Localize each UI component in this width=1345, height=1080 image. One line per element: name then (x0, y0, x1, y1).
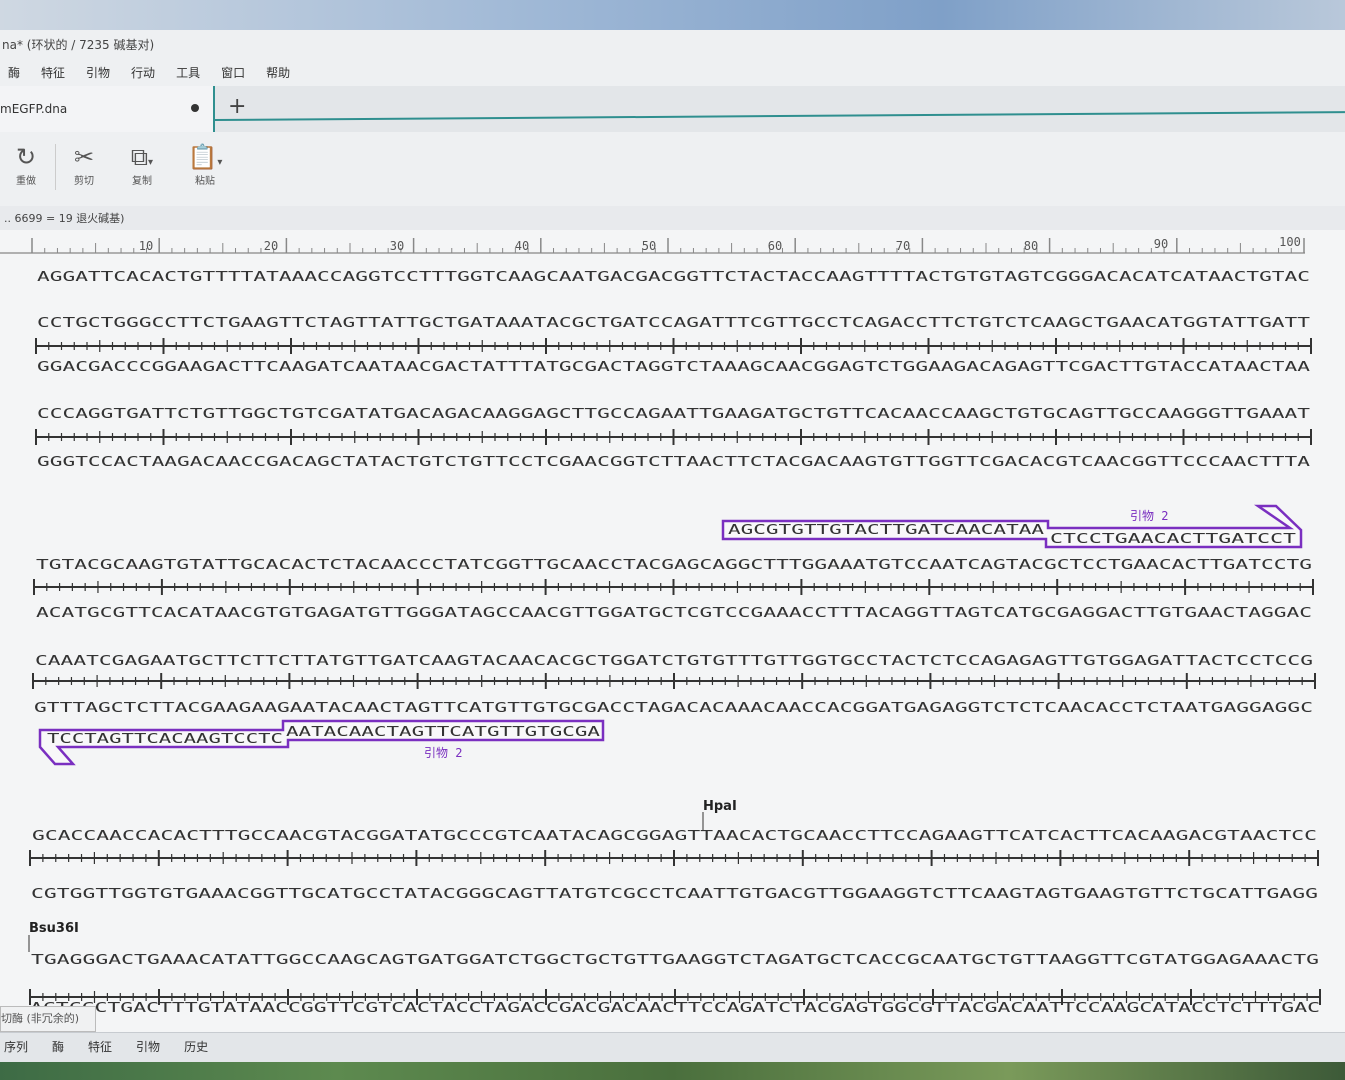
document-tab[interactable]: mEGFP.dna (0, 86, 213, 132)
primer-annotation-1[interactable]: AGCGTGTTGTACTTGATCAACATAA CTCCTGAACACTTG… (721, 504, 1303, 549)
cut-button[interactable]: ✂ 剪切 (59, 142, 109, 187)
tab-primers[interactable]: 引物 (136, 1033, 160, 1061)
bottom-view-tabs: 序列酶特征 引物 历史 (0, 1032, 1345, 1063)
clipboard-icon: 📋▾ (187, 143, 223, 171)
primer-label: 引物 2 (424, 746, 462, 760)
tab-features[interactable]: 特征 (88, 1033, 112, 1061)
menu-tools[interactable]: 工具 (176, 60, 200, 86)
enzyme-label: Bsu36I (29, 921, 79, 936)
enzyme-label: HpaI (703, 799, 737, 814)
enzyme-set-text: 切酶 (非冗余的) (1, 1012, 80, 1025)
desktop-taskbar (0, 1062, 1345, 1080)
menu-features[interactable]: 特征 (41, 60, 65, 86)
tab-sequence[interactable]: 序列 (4, 1033, 28, 1061)
toolbar-divider (55, 144, 56, 190)
menu-primers[interactable]: 引物 (86, 60, 110, 86)
unsaved-dot-icon[interactable] (191, 104, 199, 112)
enzyme-site-bsu36i[interactable]: Bsu36I (28, 921, 79, 952)
sequence-top-strand[interactable]: CCTGCTGGGCCTTCTGAAGTTCTAGTTATTGCTGATAAAT… (37, 316, 1310, 331)
window-top-strip (0, 0, 1345, 30)
sequence-bottom-strand[interactable]: CGTGGTTGGTGTGAAACGGTTGCATGCCTATACGGGCAGT… (31, 887, 1318, 902)
ruler-label: 30 (390, 239, 404, 253)
ruler-label: 60 (768, 239, 782, 253)
paste-button[interactable]: 📋▾ 粘贴 (180, 142, 230, 187)
primer-label: 引物 2 (1130, 509, 1168, 523)
tab-history[interactable]: 历史 (184, 1033, 208, 1061)
sequence-top-strand[interactable]: CAAATCGAGAATGCTTCTTCTTATGTTGATCAAGTACAAC… (35, 654, 1313, 669)
strand-backbones (29, 338, 1321, 1005)
new-tab-button[interactable]: + (228, 94, 246, 119)
menu-bar: 酶特征 引物 行动 工具 窗口 帮助 (0, 60, 1345, 86)
sequence-bottom-strand[interactable]: AGGATTCACACTGTTTTATAAACCAGGTCCTTTGGTCAAG… (37, 270, 1310, 285)
enzyme-set-label[interactable]: 切酶 (非冗余的) (0, 1006, 96, 1032)
sequence-top-strand[interactable]: TGTACGCAAGTGTATTGCACACTCTACAACCCTATCGGTT… (36, 558, 1312, 573)
sequence-bottom-strand[interactable]: GGACGACCCGGAAGACTTCAAGATCAATAACGACTATTTA… (37, 360, 1310, 375)
scissors-icon: ✂ (73, 143, 95, 171)
window-title: na* (环状的 / 7235 碱基对) (2, 38, 155, 52)
tab-enzymes[interactable]: 酶 (52, 1033, 64, 1061)
ruler-label: 90 (1154, 237, 1168, 251)
cut-label: 剪切 (74, 176, 94, 187)
redo-icon: ↻ (15, 143, 37, 171)
primer-sequence: AATACAACTAGTTCATGTTGTGCGA (286, 725, 600, 740)
menu-enzymes[interactable]: 酶 (8, 60, 20, 86)
sequence-top-strand[interactable]: CCCAGGTGATTCTGTTGGCTGTCGATATGACAGACAAGGA… (37, 407, 1310, 422)
redo-label: 重做 (16, 176, 36, 187)
sequence-bottom-strand[interactable]: GGGTCCACTAAGACAACCGACAGCTATACTGTCTGTTCCT… (37, 455, 1310, 470)
enzyme-site-hpai[interactable]: HpaI (702, 799, 737, 830)
selection-status: .. 6699 = 19 退火碱基) (0, 206, 1345, 230)
menu-help[interactable]: 帮助 (266, 60, 290, 86)
primer-annotation-2[interactable]: AATACAACTAGTTCATGTTGTGCGA TCCTAGTTCACAAG… (38, 719, 605, 766)
selection-status-text: .. 6699 = 19 退火碱基) (4, 212, 125, 225)
copy-icon: ⧉▾ (130, 143, 154, 171)
tab-underline (214, 111, 1345, 121)
tab-divider (213, 86, 215, 132)
menu-window[interactable]: 窗口 (221, 60, 245, 86)
primer-sequence: AGCGTGTTGTACTTGATCAACATAA (728, 523, 1044, 538)
redo-button[interactable]: ↻ 重做 (1, 142, 51, 187)
copy-button[interactable]: ⧉▾ 复制 (117, 142, 167, 187)
sequence-bottom-strand[interactable]: ACATGCGTTCACATAACGTGTGAGATGTTGGGATAGCCAA… (36, 606, 1312, 621)
sequence-top-strand[interactable]: GCACCAACCACACTTTGCCAACGTACGGATATGCCCGTCA… (32, 829, 1317, 844)
menu-actions[interactable]: 行动 (131, 60, 155, 86)
ruler-label: 70 (896, 239, 910, 253)
document-tab-bar: mEGFP.dna + (0, 86, 1345, 132)
sequence-top-strand[interactable]: TGAGGGACTGAAACATATTGGCCAAGCAGTGATGGATCTG… (31, 953, 1319, 968)
toolbar: ↻ 重做 ✂ 剪切 ⧉▾ 复制 📋▾ 粘贴 (0, 132, 1345, 207)
sequence-view[interactable]: 10 20 30 40 50 60 70 80 90 100 AGGATTCAC… (0, 230, 1345, 1032)
sequence-map[interactable]: 10 20 30 40 50 60 70 80 90 100 AGGATTCAC… (0, 230, 1345, 1032)
ruler-label: 100 (1279, 235, 1301, 249)
ruler-label: 20 (264, 239, 278, 253)
ruler-label: 50 (642, 239, 656, 253)
sequence-bottom-strand[interactable]: GTTTAGCTCTTACGAAGAAGAATACAACTAGTTCATGTTG… (34, 701, 1313, 716)
copy-label: 复制 (132, 176, 152, 187)
document-tab-filename: mEGFP.dna (0, 102, 68, 116)
primer-sequence: CTCCTGAACACTTGATCCT (1050, 532, 1296, 547)
ruler-label: 40 (515, 239, 529, 253)
primer-sequence: TCCTAGTTCACAAGTCCTC (47, 732, 283, 747)
ruler-label: 10 (139, 239, 153, 253)
title-bar: na* (环状的 / 7235 碱基对) (0, 30, 1345, 60)
ruler-label: 80 (1024, 239, 1038, 253)
paste-label: 粘贴 (195, 176, 215, 187)
